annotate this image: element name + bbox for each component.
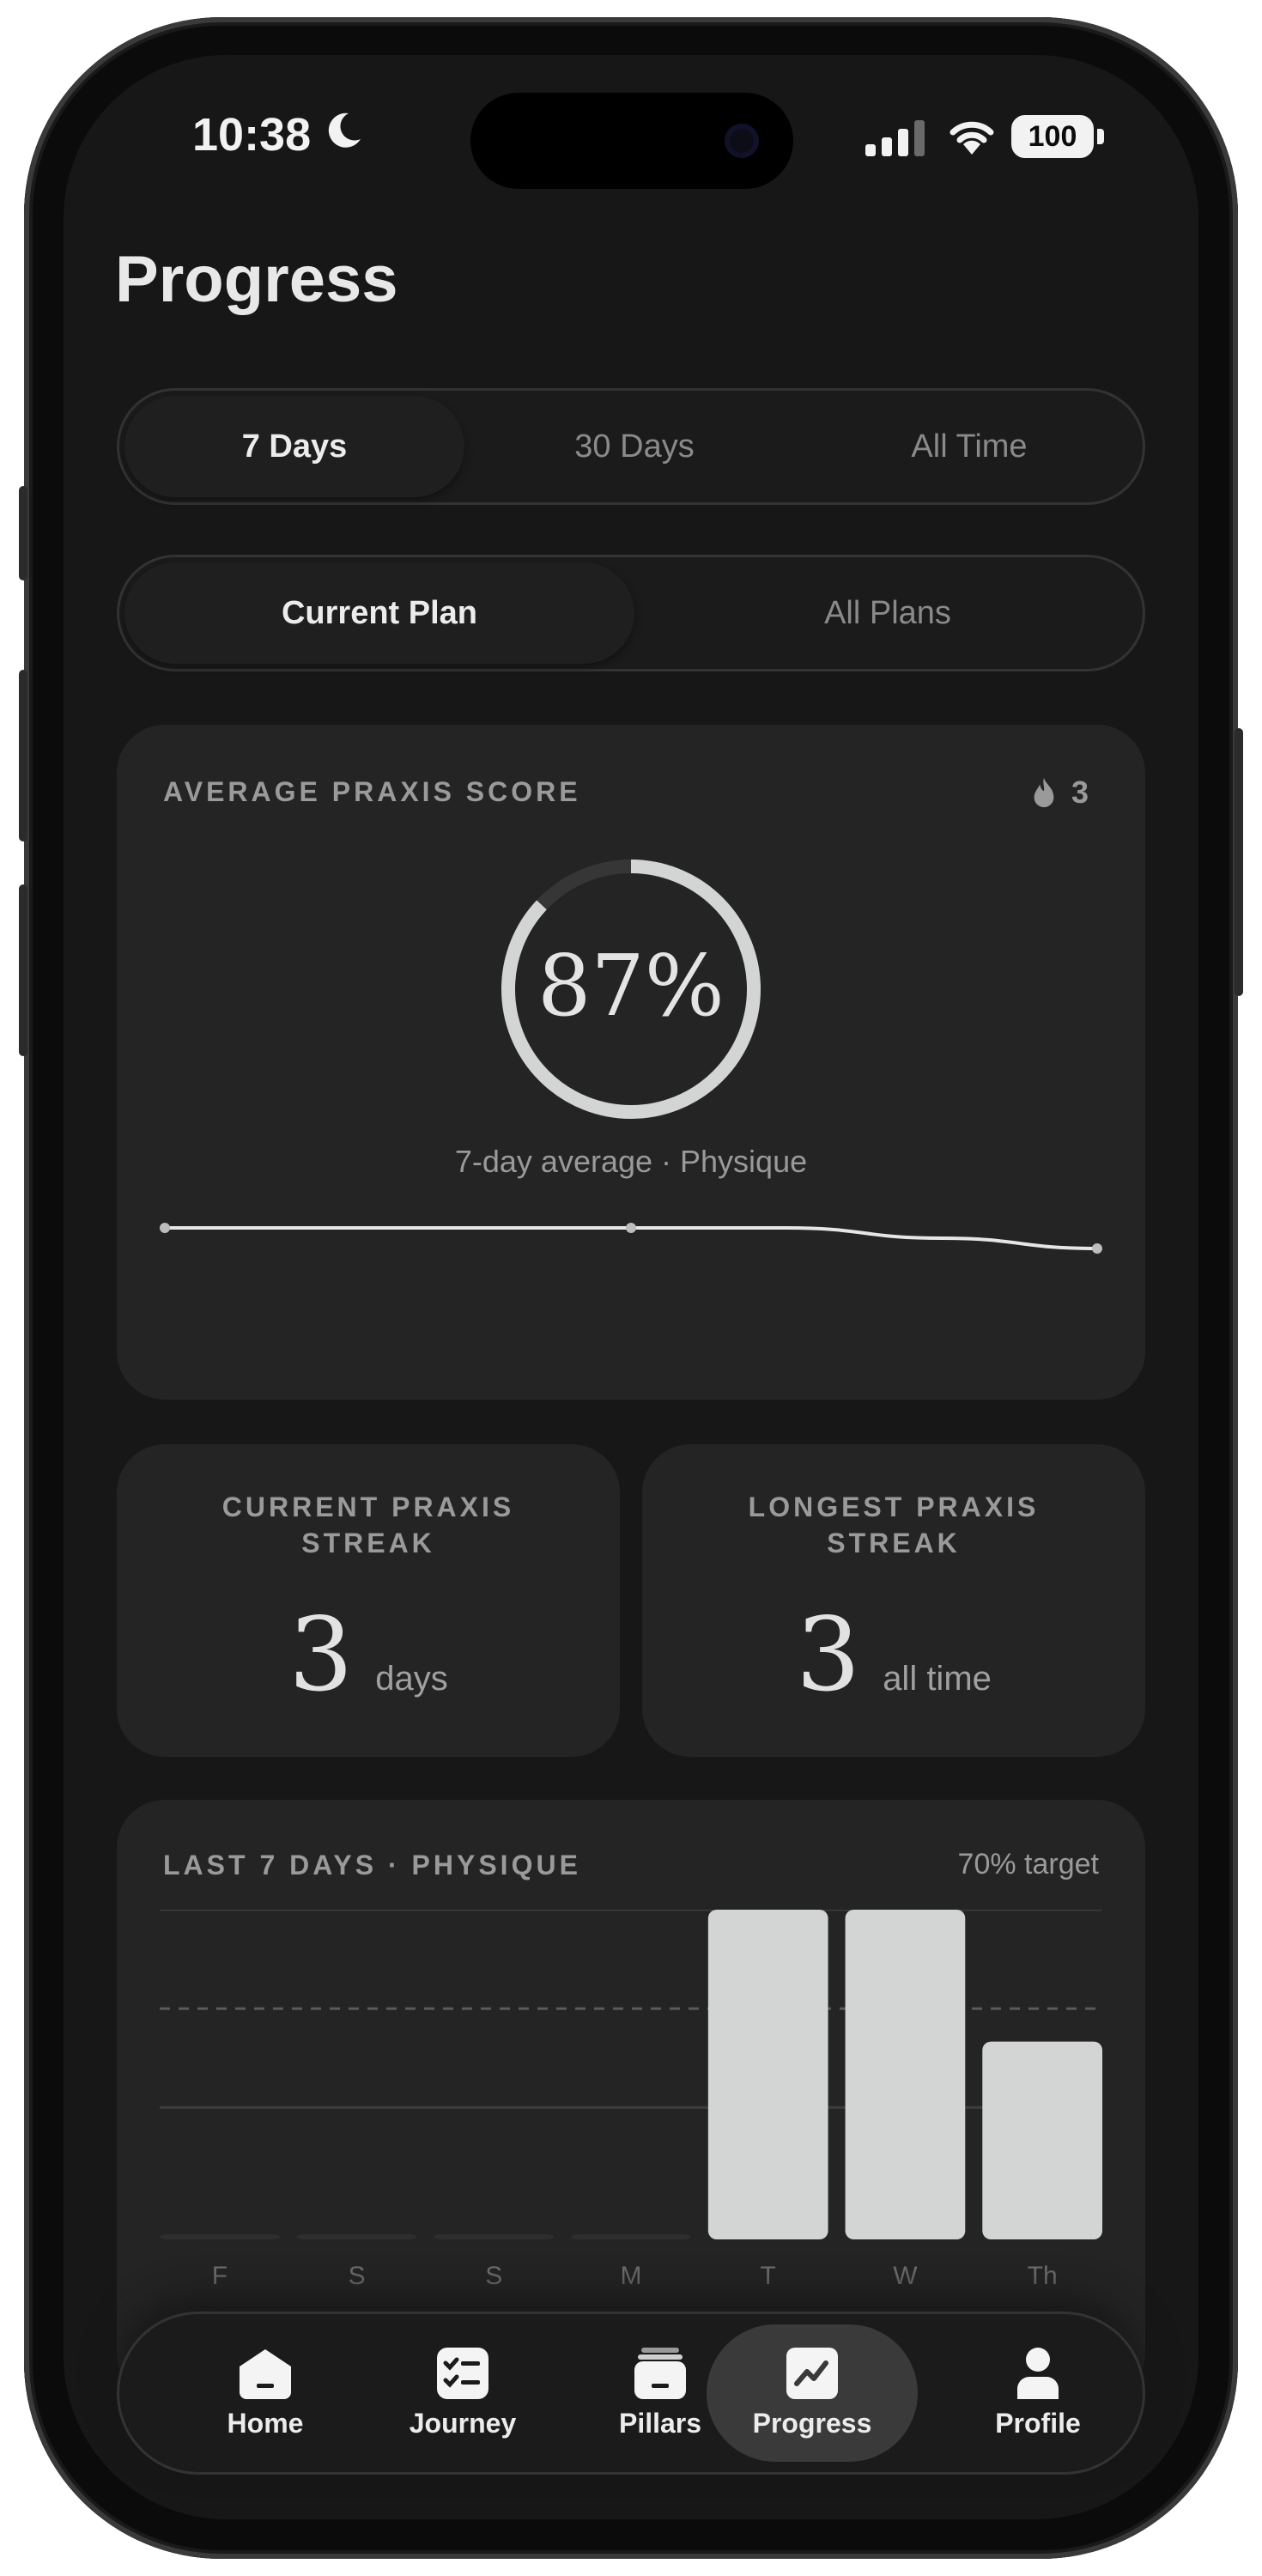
battery-indicator: 100 <box>1011 115 1094 158</box>
bar-4[interactable] <box>707 1910 828 2239</box>
current-streak-value-row: 3 days <box>117 1595 620 1714</box>
bar-chart: F S S M T W Th <box>160 1910 1102 2290</box>
status-time: 10:38 <box>192 109 312 161</box>
nav-progress[interactable]: Progress <box>707 2324 918 2462</box>
person-icon <box>1017 2347 1059 2399</box>
score-trend-line <box>160 1223 1102 1254</box>
wifi-icon <box>950 121 994 155</box>
bar-2[interactable] <box>434 2234 555 2239</box>
flame-icon <box>1034 777 1054 808</box>
nav-profile[interactable]: Profile <box>969 2314 1107 2472</box>
score-card-label: AVERAGE PRAXIS SCORE <box>163 776 581 807</box>
trend-point <box>626 1223 636 1233</box>
x-tick-label: F <box>212 2262 228 2290</box>
longest-streak-card: LONGEST PRAXIS STREAK 3 all time <box>642 1444 1145 1757</box>
streak-count: 3 <box>1071 775 1089 810</box>
side-button <box>19 884 27 1056</box>
current-streak-card: CURRENT PRAXIS STREAK 3 days <box>117 1444 620 1757</box>
x-tick-label: Th <box>1028 2262 1058 2290</box>
tab-all-time[interactable]: All Time <box>799 396 1139 497</box>
current-streak-unit: days <box>375 1660 448 1698</box>
side-button <box>1235 728 1243 996</box>
bar-0[interactable] <box>160 2234 280 2239</box>
tab-all-plans[interactable]: All Plans <box>634 562 1141 664</box>
x-tick-label: S <box>485 2262 502 2290</box>
home-icon <box>240 2348 291 2399</box>
side-button <box>19 670 27 841</box>
trend-point <box>160 1223 170 1233</box>
x-tick-label: W <box>893 2262 918 2290</box>
chart-target-note: 70% target <box>957 1848 1099 1880</box>
tab-30-days[interactable]: 30 Days <box>464 396 804 497</box>
moon-icon <box>328 112 361 148</box>
nav-home[interactable]: Home <box>188 2314 343 2472</box>
nav-label-pillars: Pillars <box>618 2407 702 2439</box>
tab-7-days[interactable]: 7 Days <box>124 396 464 497</box>
bar-5[interactable] <box>845 1910 966 2239</box>
page-title: Progress <box>115 243 398 316</box>
score-value: 87% <box>537 938 725 1036</box>
longest-streak-value: 3 <box>796 1595 861 1714</box>
praxis-score-card: AVERAGE PRAXIS SCORE 3 87% 7-day average… <box>117 725 1145 1400</box>
nav-label-journey: Journey <box>409 2407 517 2439</box>
camera-icon <box>725 124 759 158</box>
score-subtitle: 7-day average · Physique <box>454 1144 808 1179</box>
nav-label-progress: Progress <box>752 2407 872 2439</box>
current-streak-value: 3 <box>288 1595 354 1714</box>
tab-current-plan[interactable]: Current Plan <box>124 562 634 664</box>
app-screen: 10:38 100 Progress 7 Days 30 Days All Ti… <box>64 55 1198 2519</box>
time-range-selector: 7 Days 30 Days All Time <box>117 388 1145 505</box>
current-streak-label: CURRENT PRAXIS STREAK <box>221 1492 515 1558</box>
checklist-icon <box>437 2347 488 2399</box>
longest-streak-value-row: 3 all time <box>642 1595 1145 1714</box>
x-tick-label: M <box>621 2262 642 2290</box>
longest-streak-label: LONGEST PRAXIS STREAK <box>748 1492 1040 1558</box>
nav-label-profile: Profile <box>995 2407 1081 2439</box>
trend-point <box>1092 1243 1102 1254</box>
battery-nub <box>1097 129 1104 144</box>
pillars-icon <box>634 2347 686 2399</box>
x-tick-label: S <box>349 2262 366 2290</box>
nav-label-home: Home <box>227 2407 304 2439</box>
bar-1[interactable] <box>296 2234 417 2239</box>
chart-title: LAST 7 DAYS · PHYSIQUE <box>163 1850 581 1880</box>
x-tick-label: T <box>761 2262 776 2290</box>
weekly-chart-card: LAST 7 DAYS · PHYSIQUE 70% target F S S M T W… <box>117 1800 1145 2401</box>
trend-icon <box>786 2347 838 2399</box>
longest-streak-unit: all time <box>883 1660 992 1698</box>
bottom-nav: Home Journey Pillars Progress Profile <box>117 2312 1145 2475</box>
bar-3[interactable] <box>571 2234 691 2239</box>
signal-icon <box>865 120 925 156</box>
bar-6[interactable] <box>982 2041 1102 2239</box>
side-button <box>19 486 27 580</box>
nav-journey[interactable]: Journey <box>377 2314 549 2472</box>
plan-scope-selector: Current Plan All Plans <box>117 555 1145 671</box>
